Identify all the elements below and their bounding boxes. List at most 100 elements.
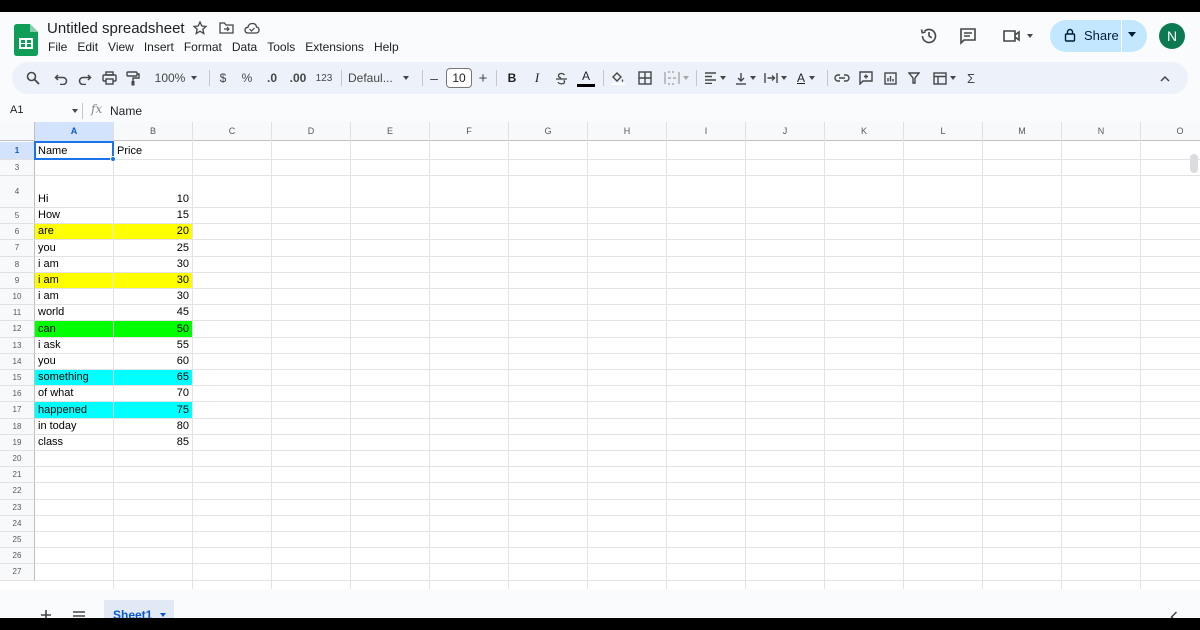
- row-header[interactable]: 11: [0, 305, 35, 322]
- side-panel-toggle-icon[interactable]: [1170, 610, 1178, 618]
- row-header[interactable]: 10: [0, 289, 35, 306]
- paint-format-icon[interactable]: [124, 62, 142, 94]
- text-color-button[interactable]: A: [577, 62, 595, 94]
- row-header[interactable]: 9: [0, 272, 35, 289]
- format-currency-button[interactable]: $: [216, 62, 230, 94]
- row-header[interactable]: 22: [0, 483, 35, 500]
- bold-button[interactable]: B: [504, 62, 520, 94]
- cell-b5[interactable]: 20: [114, 224, 193, 241]
- decrease-decimal-button[interactable]: .0: [262, 62, 282, 94]
- borders-icon[interactable]: [636, 62, 654, 94]
- cell-a16[interactable]: happened: [35, 402, 114, 419]
- row-header[interactable]: 16: [0, 386, 35, 403]
- font-size-input[interactable]: 10: [446, 68, 472, 88]
- filter-views-icon[interactable]: [929, 62, 959, 94]
- strikethrough-icon[interactable]: [553, 62, 569, 94]
- format-percent-button[interactable]: %: [240, 62, 254, 94]
- add-sheet-icon[interactable]: [40, 608, 52, 618]
- cell-a12[interactable]: i ask: [35, 337, 114, 354]
- cell-a8[interactable]: i am: [35, 272, 114, 289]
- avatar[interactable]: N: [1159, 23, 1185, 49]
- cell-b14[interactable]: 65: [114, 370, 193, 387]
- sheets-logo-icon[interactable]: [14, 24, 38, 56]
- version-history-icon[interactable]: [917, 24, 941, 48]
- fill-handle[interactable]: [110, 156, 116, 162]
- column-header-d[interactable]: D: [272, 122, 351, 141]
- document-title[interactable]: Untitled spreadsheet: [47, 20, 185, 37]
- cell-a11[interactable]: can: [35, 321, 114, 338]
- cell-b13[interactable]: 60: [114, 353, 193, 370]
- cell-a9[interactable]: i am: [35, 289, 114, 306]
- menu-extensions[interactable]: Extensions: [305, 40, 370, 54]
- print-icon[interactable]: [100, 62, 118, 94]
- zoom-select[interactable]: 100%: [150, 62, 202, 94]
- cell-a7[interactable]: i am: [35, 256, 114, 273]
- cell-a18[interactable]: class: [35, 434, 114, 451]
- row-header[interactable]: 15: [0, 370, 35, 387]
- column-header-f[interactable]: F: [430, 122, 509, 141]
- cell-b2[interactable]: [114, 160, 193, 176]
- meet-icon[interactable]: [999, 24, 1035, 48]
- row-header[interactable]: 3: [0, 160, 35, 176]
- cell-a15[interactable]: of what: [35, 386, 114, 403]
- row-header[interactable]: 17: [0, 402, 35, 419]
- row-header[interactable]: 25: [0, 532, 35, 549]
- italic-button[interactable]: I: [529, 62, 545, 94]
- column-header-o[interactable]: O: [1141, 122, 1200, 141]
- menu-data[interactable]: Data: [232, 40, 263, 54]
- font-family-select[interactable]: Defaul...: [348, 62, 416, 94]
- cell-b18[interactable]: 85: [114, 434, 193, 451]
- row-header[interactable]: 5: [0, 208, 35, 225]
- cloud-saved-icon[interactable]: [244, 20, 260, 36]
- row-header[interactable]: 8: [0, 256, 35, 273]
- row-header[interactable]: 1: [0, 142, 35, 160]
- menu-file[interactable]: File: [48, 40, 73, 54]
- cell-a6[interactable]: you: [35, 240, 114, 257]
- cell-b1[interactable]: Price: [114, 142, 193, 160]
- row-header[interactable]: 19: [0, 434, 35, 451]
- column-header-c[interactable]: C: [193, 122, 272, 141]
- functions-button[interactable]: Σ: [963, 62, 979, 94]
- column-header-j[interactable]: J: [746, 122, 825, 141]
- chevron-down-icon[interactable]: [72, 109, 78, 113]
- cell-b6[interactable]: 25: [114, 240, 193, 257]
- row-header[interactable]: 13: [0, 337, 35, 354]
- all-sheets-icon[interactable]: [72, 609, 86, 618]
- cell-b7[interactable]: 30: [114, 256, 193, 273]
- more-formats-button[interactable]: 123: [314, 62, 334, 94]
- formula-input[interactable]: Name: [110, 104, 142, 118]
- cell-b8[interactable]: 30: [114, 272, 193, 289]
- horizontal-align-icon[interactable]: [702, 62, 728, 94]
- column-header-m[interactable]: M: [983, 122, 1062, 141]
- menu-format[interactable]: Format: [184, 40, 228, 54]
- cell-b16[interactable]: 75: [114, 402, 193, 419]
- insert-comment-icon[interactable]: [857, 62, 875, 94]
- move-folder-icon[interactable]: [218, 20, 234, 36]
- cell-a17[interactable]: in today: [35, 418, 114, 435]
- menu-insert[interactable]: Insert: [144, 40, 180, 54]
- column-header-b[interactable]: B: [114, 122, 193, 141]
- menu-view[interactable]: View: [108, 40, 140, 54]
- search-menus-icon[interactable]: [24, 62, 42, 94]
- chevron-down-icon[interactable]: [160, 613, 167, 617]
- column-header-h[interactable]: H: [588, 122, 667, 141]
- cell-b9[interactable]: 30: [114, 289, 193, 306]
- row-header[interactable]: 18: [0, 418, 35, 435]
- menu-edit[interactable]: Edit: [77, 40, 104, 54]
- text-wrapping-icon[interactable]: [762, 62, 788, 94]
- undo-icon[interactable]: [52, 62, 70, 94]
- cell-a3[interactable]: Hi: [35, 176, 114, 208]
- sheet-tab-sheet1[interactable]: Sheet1: [104, 600, 174, 618]
- increase-font-size-button[interactable]: +: [477, 62, 489, 94]
- cell-b15[interactable]: 70: [114, 386, 193, 403]
- cell-b11[interactable]: 50: [114, 321, 193, 338]
- fill-color-icon[interactable]: [609, 62, 627, 94]
- row-header[interactable]: 12: [0, 321, 35, 338]
- vertical-scrollbar[interactable]: [1190, 154, 1198, 173]
- column-header-l[interactable]: L: [904, 122, 983, 141]
- column-header-i[interactable]: I: [667, 122, 746, 141]
- row-header[interactable]: 7: [0, 240, 35, 257]
- cell-a14[interactable]: something: [35, 370, 114, 387]
- row-header[interactable]: 4: [0, 176, 35, 208]
- row-header[interactable]: 27: [0, 564, 35, 581]
